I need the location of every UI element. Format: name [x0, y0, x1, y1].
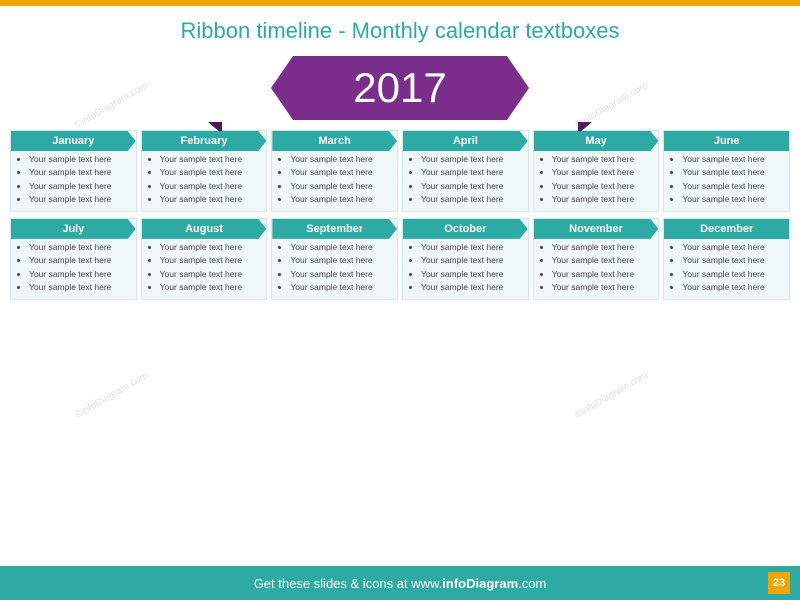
- list-item: Your sample text here: [290, 242, 393, 253]
- list-item: Your sample text here: [682, 167, 785, 178]
- month-content-january: Your sample text here Your sample text he…: [11, 151, 136, 211]
- page-title: Ribbon timeline - Monthly calendar textb…: [0, 6, 800, 50]
- list-item: Your sample text here: [682, 255, 785, 266]
- month-content-december: Your sample text here Your sample text he…: [664, 239, 789, 299]
- watermark: ©infoDiagram.com: [573, 370, 650, 421]
- list-item: Your sample text here: [421, 194, 524, 205]
- month-content-april: Your sample text here Your sample text he…: [403, 151, 528, 211]
- calendar-section: JanuaryYour sample text hereYour sample …: [0, 130, 800, 300]
- list-item: Your sample text here: [552, 154, 655, 165]
- month-box-may: MayYour sample text hereYour sample text…: [533, 130, 660, 212]
- list-item: Your sample text here: [29, 242, 132, 253]
- month-box-january: JanuaryYour sample text hereYour sample …: [10, 130, 137, 212]
- list-item: Your sample text here: [29, 194, 132, 205]
- month-header-march: March: [272, 131, 397, 151]
- list-item: Your sample text here: [290, 269, 393, 280]
- footer-bold: infoDiagram: [442, 576, 518, 591]
- list-item: Your sample text here: [29, 255, 132, 266]
- list-item: Your sample text here: [29, 181, 132, 192]
- watermark: ©infoDiagram.com: [73, 370, 150, 421]
- month-content-march: Your sample text here Your sample text he…: [272, 151, 397, 211]
- list-item: Your sample text here: [421, 282, 524, 293]
- month-box-february: FebruaryYour sample text hereYour sample…: [141, 130, 268, 212]
- month-content-november: Your sample text here Your sample text he…: [534, 239, 659, 299]
- list-item: Your sample text here: [421, 181, 524, 192]
- footer-text: Get these slides & icons at www.infoDiag…: [254, 576, 547, 591]
- list-item: Your sample text here: [290, 167, 393, 178]
- footer-end: .com: [518, 576, 546, 591]
- list-item: Your sample text here: [552, 167, 655, 178]
- month-content-october: Your sample text here Your sample text he…: [403, 239, 528, 299]
- list-item: Your sample text here: [552, 255, 655, 266]
- month-header-september: September: [272, 219, 397, 239]
- list-item: Your sample text here: [682, 194, 785, 205]
- calendar-row-1: JanuaryYour sample text hereYour sample …: [10, 130, 790, 212]
- list-item: Your sample text here: [29, 154, 132, 165]
- list-item: Your sample text here: [160, 194, 263, 205]
- list-item: Your sample text here: [552, 181, 655, 192]
- list-item: Your sample text here: [290, 181, 393, 192]
- month-content-august: Your sample text here Your sample text he…: [142, 239, 267, 299]
- month-header-may: May: [534, 131, 659, 151]
- list-item: Your sample text here: [682, 269, 785, 280]
- list-item: Your sample text here: [160, 255, 263, 266]
- month-box-december: DecemberYour sample text hereYour sample…: [663, 218, 790, 300]
- month-header-january: January: [11, 131, 136, 151]
- list-item: Your sample text here: [682, 242, 785, 253]
- list-item: Your sample text here: [421, 269, 524, 280]
- year-ribbon: 2017: [293, 56, 506, 120]
- list-item: Your sample text here: [160, 154, 263, 165]
- month-content-may: Your sample text here Your sample text he…: [534, 151, 659, 211]
- list-item: Your sample text here: [290, 282, 393, 293]
- month-content-july: Your sample text here Your sample text he…: [11, 239, 136, 299]
- list-item: Your sample text here: [160, 181, 263, 192]
- month-box-march: MarchYour sample text hereYour sample te…: [271, 130, 398, 212]
- list-item: Your sample text here: [682, 181, 785, 192]
- footer-normal: Get these slides & icons at www.: [254, 576, 443, 591]
- month-content-february: Your sample text here Your sample text he…: [142, 151, 267, 211]
- list-item: Your sample text here: [290, 255, 393, 266]
- month-header-february: February: [142, 131, 267, 151]
- bottom-bar: Get these slides & icons at www.infoDiag…: [0, 566, 800, 600]
- month-box-july: JulyYour sample text hereYour sample tex…: [10, 218, 137, 300]
- month-content-june: Your sample text here Your sample text he…: [664, 151, 789, 211]
- month-header-december: December: [664, 219, 789, 239]
- list-item: Your sample text here: [682, 282, 785, 293]
- month-header-august: August: [142, 219, 267, 239]
- month-header-april: April: [403, 131, 528, 151]
- calendar-row-2: JulyYour sample text hereYour sample tex…: [10, 218, 790, 300]
- list-item: Your sample text here: [421, 255, 524, 266]
- month-box-august: AugustYour sample text hereYour sample t…: [141, 218, 268, 300]
- month-header-november: November: [534, 219, 659, 239]
- month-box-september: SeptemberYour sample text hereYour sampl…: [271, 218, 398, 300]
- month-box-june: JuneYour sample text hereYour sample tex…: [663, 130, 790, 212]
- list-item: Your sample text here: [552, 269, 655, 280]
- list-item: Your sample text here: [160, 167, 263, 178]
- list-item: Your sample text here: [29, 167, 132, 178]
- month-content-september: Your sample text here Your sample text he…: [272, 239, 397, 299]
- list-item: Your sample text here: [421, 167, 524, 178]
- month-header-july: July: [11, 219, 136, 239]
- month-box-october: OctoberYour sample text hereYour sample …: [402, 218, 529, 300]
- list-item: Your sample text here: [290, 194, 393, 205]
- month-box-november: NovemberYour sample text hereYour sample…: [533, 218, 660, 300]
- list-item: Your sample text here: [552, 242, 655, 253]
- list-item: Your sample text here: [421, 242, 524, 253]
- month-box-april: AprilYour sample text hereYour sample te…: [402, 130, 529, 212]
- list-item: Your sample text here: [160, 282, 263, 293]
- ribbon-container: 2017: [0, 54, 800, 122]
- list-item: Your sample text here: [421, 154, 524, 165]
- month-header-october: October: [403, 219, 528, 239]
- list-item: Your sample text here: [29, 282, 132, 293]
- list-item: Your sample text here: [290, 154, 393, 165]
- list-item: Your sample text here: [29, 269, 132, 280]
- list-item: Your sample text here: [682, 154, 785, 165]
- list-item: Your sample text here: [160, 242, 263, 253]
- month-header-june: June: [664, 131, 789, 151]
- list-item: Your sample text here: [160, 269, 263, 280]
- page-number: 23: [768, 572, 790, 594]
- year-text: 2017: [353, 64, 446, 112]
- list-item: Your sample text here: [552, 194, 655, 205]
- list-item: Your sample text here: [552, 282, 655, 293]
